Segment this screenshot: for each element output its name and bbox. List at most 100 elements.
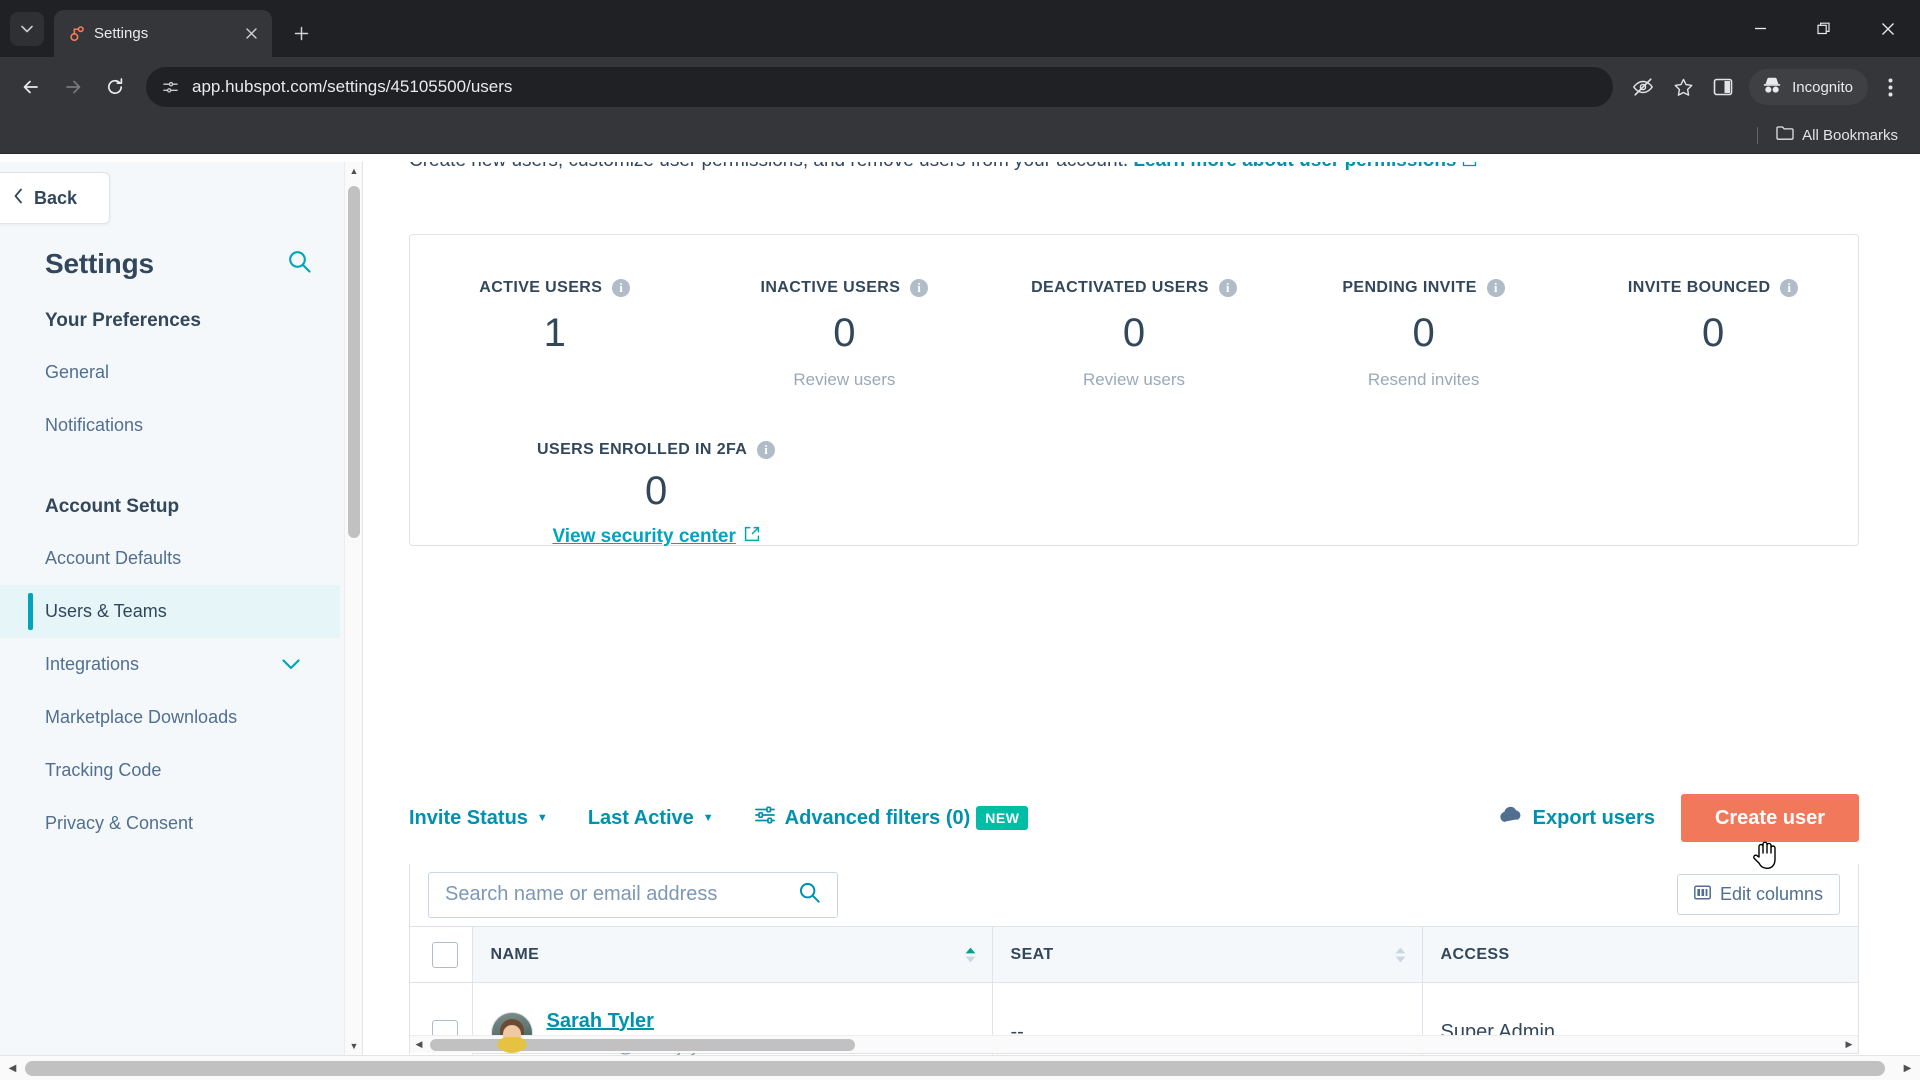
- info-icon[interactable]: i: [1218, 279, 1237, 297]
- sidebar-item-general[interactable]: General: [0, 346, 340, 399]
- new-tab-button[interactable]: [284, 16, 318, 50]
- column-header-access[interactable]: ACCESS: [1421, 926, 1858, 983]
- sort-ascending-icon: [1395, 947, 1405, 953]
- edit-columns-label: Edit columns: [1719, 884, 1823, 904]
- stat-label-text: INACTIVE USERS: [760, 279, 901, 296]
- chrome-menu-icon[interactable]: [1872, 69, 1908, 105]
- create-user-button[interactable]: Create user: [1680, 794, 1859, 842]
- sidebar-item-tracking-code[interactable]: Tracking Code: [0, 744, 340, 797]
- scroll-left-arrow-icon[interactable]: ◀: [410, 1036, 428, 1054]
- info-icon[interactable]: i: [1780, 279, 1799, 297]
- view-security-center-link[interactable]: View security center: [552, 526, 760, 548]
- table-toolbar: Edit columns: [410, 864, 1858, 926]
- scroll-right-arrow-icon[interactable]: ▶: [1840, 1036, 1858, 1054]
- sort-descending-icon: [965, 956, 975, 962]
- filter-sliders-icon: [754, 805, 776, 831]
- main-content: Create new users, customize user permiss…: [364, 162, 1920, 1055]
- browser-tab[interactable]: Settings: [54, 10, 272, 57]
- sidebar-item-marketplace-downloads[interactable]: Marketplace Downloads: [0, 691, 340, 744]
- info-icon[interactable]: i: [910, 279, 929, 297]
- learn-more-link[interactable]: Learn more about user permissions: [1133, 162, 1456, 171]
- stat-value: 0: [1122, 311, 1146, 355]
- sort-toggle-seat[interactable]: [1395, 947, 1406, 963]
- invite-status-filter[interactable]: Invite Status ▼: [409, 807, 548, 830]
- chevron-left-icon: [13, 188, 24, 209]
- address-bar[interactable]: app.hubspot.com/settings/45105500/users: [146, 67, 1614, 107]
- stat-label: INACTIVE USERS i: [700, 279, 990, 297]
- search-input[interactable]: [445, 883, 788, 906]
- side-panel-icon[interactable]: [1705, 69, 1741, 105]
- sidebar-item-label: Users & Teams: [45, 601, 167, 621]
- close-icon[interactable]: [1856, 0, 1920, 57]
- sidebar-item-label: Account Defaults: [45, 548, 182, 568]
- scroll-down-arrow-icon[interactable]: ▼: [345, 1037, 363, 1055]
- bookmark-separator: [1757, 126, 1759, 144]
- search-icon[interactable]: [287, 249, 312, 279]
- forward-navigation-icon[interactable]: [54, 68, 92, 106]
- page-scrollbar-thumb[interactable]: [25, 1060, 1885, 1076]
- scroll-left-arrow-icon[interactable]: ◀: [0, 1056, 25, 1080]
- stat-link-resend-invites[interactable]: Resend invites: [1279, 370, 1569, 390]
- sidebar-item-integrations[interactable]: Integrations: [0, 638, 340, 691]
- all-bookmarks-button[interactable]: All Bookmarks: [1768, 121, 1906, 149]
- tracking-protection-icon[interactable]: [1625, 69, 1661, 105]
- new-badge: NEW: [976, 806, 1029, 830]
- stats-row: ACTIVE USERS i 1 INACTIVE USERS i 0 Revi…: [410, 235, 1858, 390]
- tab-strip: Settings: [0, 0, 1920, 57]
- page-horizontal-scrollbar[interactable]: ◀ ▶: [0, 1055, 1920, 1080]
- column-header-name[interactable]: NAME: [471, 926, 992, 983]
- edit-columns-button[interactable]: Edit columns: [1676, 874, 1840, 915]
- tab-close-icon[interactable]: [240, 23, 262, 45]
- user-name-link[interactable]: Sarah Tyler: [547, 1010, 654, 1032]
- avatar: [490, 1011, 533, 1054]
- column-header-seat[interactable]: SEAT: [991, 926, 1422, 983]
- table-horizontal-scrollbar[interactable]: ◀ ▶: [410, 1035, 1858, 1053]
- sidebar-scrollbar-thumb[interactable]: [348, 186, 360, 538]
- sidebar-item-notifications[interactable]: Notifications: [0, 399, 340, 452]
- info-icon[interactable]: i: [1486, 279, 1505, 297]
- advanced-filters-button[interactable]: Advanced filters (0): [754, 805, 970, 831]
- scroll-up-arrow-icon[interactable]: ▲: [345, 162, 363, 180]
- info-icon[interactable]: i: [757, 441, 776, 459]
- sidebar-item-users-and-teams[interactable]: Users & Teams: [0, 585, 340, 638]
- incognito-badge[interactable]: Incognito: [1749, 69, 1868, 105]
- sidebar-item-account-defaults[interactable]: Account Defaults: [0, 532, 340, 585]
- scroll-right-arrow-icon[interactable]: ▶: [1895, 1056, 1920, 1080]
- tab-search-button[interactable]: [10, 11, 44, 46]
- stat-link-review-users[interactable]: Review users: [700, 370, 990, 390]
- export-users-button[interactable]: Export users: [1499, 806, 1655, 830]
- sidebar-header: Settings: [0, 248, 340, 280]
- incognito-icon: [1761, 74, 1783, 100]
- back-button[interactable]: Back: [0, 172, 110, 224]
- folder-icon: [1776, 125, 1794, 145]
- page-intro: Create new users, customize user permiss…: [409, 162, 1477, 172]
- stat-link-review-users[interactable]: Review users: [989, 370, 1279, 390]
- page-scroll-track[interactable]: [25, 1056, 1895, 1080]
- invite-status-label: Invite Status: [409, 806, 528, 829]
- stat-pending-invite: PENDING INVITE i 0 Resend invites: [1279, 279, 1569, 390]
- chevron-down-icon[interactable]: [282, 654, 300, 675]
- table-scroll-track[interactable]: [428, 1036, 1840, 1054]
- browser-toolbar: app.hubspot.com/settings/45105500/users: [0, 57, 1920, 117]
- stat-active-users: ACTIVE USERS i 1: [410, 279, 700, 390]
- back-navigation-icon[interactable]: [12, 68, 50, 106]
- search-icon[interactable]: [798, 881, 821, 909]
- search-input-wrapper[interactable]: [428, 871, 838, 918]
- sidebar-item-privacy-and-consent[interactable]: Privacy & Consent: [0, 797, 340, 850]
- sort-toggle-name[interactable]: [965, 947, 976, 963]
- stat-value: 0: [833, 311, 856, 355]
- url-text: app.hubspot.com/settings/45105500/users: [192, 77, 513, 96]
- chevron-down-icon: ▼: [536, 812, 548, 824]
- info-icon[interactable]: i: [612, 279, 631, 297]
- select-all-checkbox[interactable]: [432, 941, 458, 968]
- last-active-filter[interactable]: Last Active ▼: [588, 807, 714, 830]
- sidebar-scrollbar[interactable]: ▲ ▼: [344, 162, 362, 1055]
- maximize-icon[interactable]: [1792, 0, 1856, 57]
- view-security-center-label: View security center: [552, 526, 736, 547]
- bookmark-star-icon[interactable]: [1665, 69, 1701, 105]
- table-scrollbar-thumb[interactable]: [430, 1038, 855, 1051]
- users-table-container: Edit columns NAME: [409, 864, 1859, 1055]
- reload-icon[interactable]: [96, 68, 134, 106]
- minimize-icon[interactable]: [1728, 0, 1792, 57]
- site-settings-icon[interactable]: [160, 77, 180, 97]
